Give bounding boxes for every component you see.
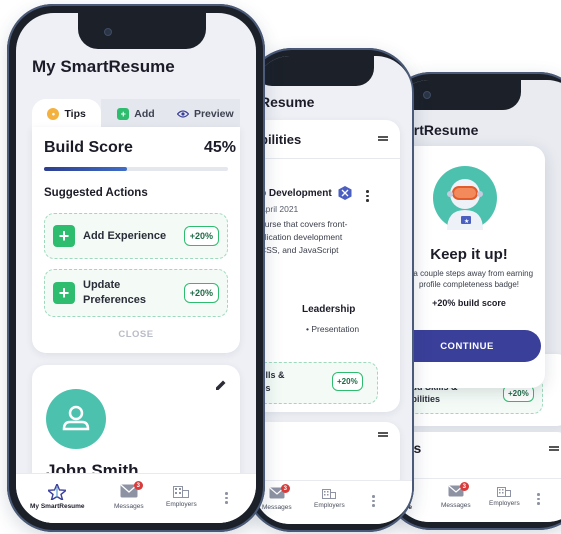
tab-home[interactable]: My SmartResume xyxy=(30,484,85,510)
tab-messages-label: Messages xyxy=(441,502,471,509)
mail-icon: 3 xyxy=(269,484,290,501)
mail-icon: 3 xyxy=(448,482,469,499)
add-skills-action[interactable]: kills & ies +20% xyxy=(254,362,378,404)
course-more-icon[interactable] xyxy=(366,190,369,202)
svg-text:★: ★ xyxy=(464,218,469,225)
plus-icon: + xyxy=(53,282,75,304)
phone-2: Resume bilities b Development April 2021… xyxy=(246,48,414,532)
tab-strip: • Tips + Add Preview xyxy=(32,99,240,129)
menu-icon[interactable] xyxy=(378,432,388,434)
add-skills-badge: +20% xyxy=(332,372,363,391)
course-desc-line1: ourse that covers front- xyxy=(260,219,348,229)
build-score-progress xyxy=(44,167,228,171)
section-title: bilities xyxy=(260,132,302,147)
tab-tips-label: Tips xyxy=(64,108,86,120)
app-title: Resume xyxy=(260,94,315,110)
phone-2-notch xyxy=(254,56,374,86)
building-icon xyxy=(497,487,512,497)
modal-body-line1: st a couple steps away from earning xyxy=(404,269,534,278)
suggested-actions-title: Suggested Actions xyxy=(44,187,148,199)
more-icon[interactable] xyxy=(537,493,540,505)
build-score-label: Build Score xyxy=(44,139,133,156)
building-icon xyxy=(322,489,337,499)
leadership-bullet: • Presentation xyxy=(306,324,360,334)
messages-badge: 3 xyxy=(280,484,290,493)
leadership-bullet-text: Presentation xyxy=(311,324,360,334)
bottom-tabbar: 3 Messages Employers xyxy=(254,480,412,524)
building-icon xyxy=(173,486,190,498)
modal-body: st a couple steps away from earning prof… xyxy=(393,268,545,290)
bottom-tabbar: My SmartResume 3 Messages Employers xyxy=(16,473,256,523)
course-desc-line2: plication development xyxy=(260,232,343,242)
plus-icon: + xyxy=(53,225,75,247)
bottom-tabbar: sume 3 Messages Employers xyxy=(393,478,561,522)
update-preferences-label: Update Preferences xyxy=(83,278,184,308)
completion-modal: ★ Keep it up! st a couple steps away fro… xyxy=(393,146,545,388)
modal-body-line2: profile completeness badge! xyxy=(418,280,520,289)
build-score-row: Build Score 45% xyxy=(44,139,236,157)
build-score-progress-fill xyxy=(44,167,127,171)
tab-employers[interactable]: Employers xyxy=(166,484,197,508)
update-preferences-line2: Preferences xyxy=(83,294,146,306)
star-logo-icon xyxy=(48,484,67,500)
build-score-value: 45% xyxy=(203,139,236,156)
add-experience-badge: +20% xyxy=(183,226,219,246)
app-title: artResume xyxy=(406,122,479,138)
lightbulb-icon: • xyxy=(47,108,60,120)
messages-badge: 3 xyxy=(459,482,469,491)
edit-icon[interactable] xyxy=(215,379,227,391)
phone-1-camera xyxy=(104,28,112,36)
menu-icon[interactable] xyxy=(378,136,388,138)
tab-employers-label: Employers xyxy=(314,502,345,509)
tab-messages-label: Messages xyxy=(262,504,292,511)
add-experience-label: Add Experience xyxy=(83,229,167,242)
mail-icon: 3 xyxy=(120,481,143,500)
modal-heading: Keep it up! xyxy=(430,246,508,263)
add-icon: + xyxy=(117,108,130,120)
eye-icon xyxy=(176,110,189,118)
course-date: April 2021 xyxy=(260,204,299,214)
tab-tips[interactable]: • Tips xyxy=(32,99,102,129)
course-desc-line3: CSS, and JavaScript xyxy=(260,245,339,255)
phone-1: My SmartResume • Tips + Add Preview Buil… xyxy=(7,4,265,532)
tab-employers-label: Employers xyxy=(489,500,520,507)
tab-preview-label: Preview xyxy=(193,108,234,120)
tab-add-label: Add xyxy=(134,108,155,120)
phone-2-screen: Resume bilities b Development April 2021… xyxy=(254,56,412,524)
phone-1-notch xyxy=(78,13,206,49)
tab-preview[interactable]: Preview xyxy=(170,99,240,129)
update-preferences-action[interactable]: + Update Preferences +20% xyxy=(44,269,228,317)
tab-employers-label: Employers xyxy=(166,501,197,508)
add-experience-action[interactable]: + Add Experience +20% xyxy=(44,213,228,259)
update-preferences-badge: +20% xyxy=(183,283,219,303)
course-title: b Development xyxy=(260,188,332,199)
menu-icon[interactable] xyxy=(549,446,559,448)
tab-add[interactable]: + Add xyxy=(101,99,171,129)
tab-messages-label: Messages xyxy=(114,503,144,510)
tools-icon xyxy=(338,186,352,200)
tab-employers[interactable]: Employers xyxy=(314,487,345,509)
more-icon[interactable] xyxy=(225,492,228,504)
tab-home-label: My SmartResume xyxy=(30,503,85,510)
tab-employers[interactable]: Employers xyxy=(489,485,520,507)
app-title: My SmartResume xyxy=(32,57,175,76)
more-icon[interactable] xyxy=(372,495,375,507)
leadership-title: Leadership xyxy=(302,304,356,315)
course-description: ourse that covers front- plication devel… xyxy=(260,218,347,257)
divider xyxy=(254,158,400,159)
avatar xyxy=(46,389,106,449)
continue-button[interactable]: CONTINUE xyxy=(393,330,541,362)
messages-badge: 3 xyxy=(133,481,143,490)
modal-build-score: +20% build score xyxy=(432,298,506,308)
tab-messages[interactable]: 3 Messages xyxy=(114,481,144,510)
close-button[interactable]: CLOSE xyxy=(32,329,240,340)
phone-1-screen: My SmartResume • Tips + Add Preview Buil… xyxy=(16,13,256,523)
tab-messages[interactable]: 3 Messages xyxy=(441,482,471,509)
astronaut-icon: ★ xyxy=(433,166,497,230)
phone-3-camera xyxy=(423,91,431,99)
phone-3-screen: artResume Add Skills & Abilities +20% ct… xyxy=(393,80,561,522)
update-preferences-line1: Update xyxy=(83,279,121,291)
skills-section-card: bilities b Development April 2021 ourse … xyxy=(254,120,400,412)
tab-messages[interactable]: 3 Messages xyxy=(262,484,292,511)
